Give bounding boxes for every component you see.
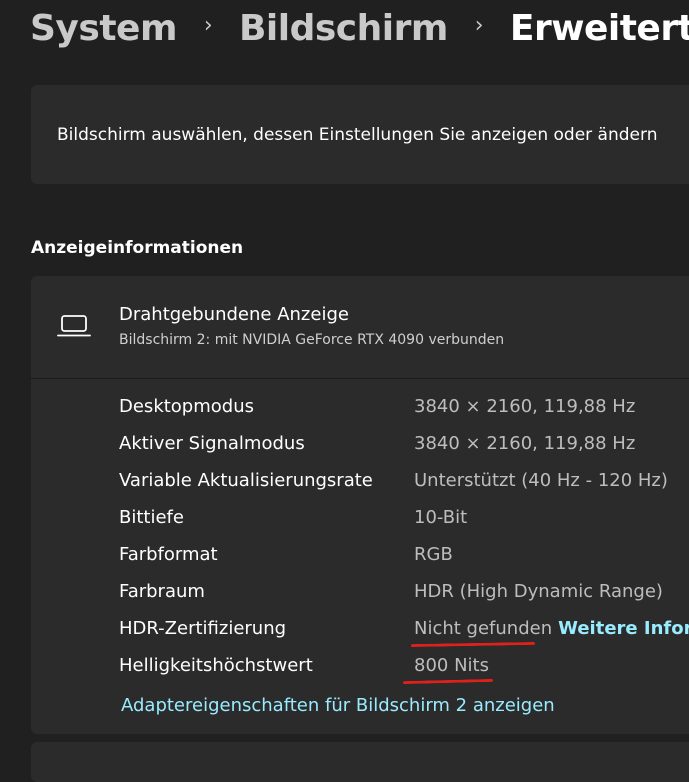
display-info-card: Drahtgebundene Anzeige Bildschirm 2: mit…	[31, 276, 689, 734]
breadcrumb: System › Bildschirm › Erweiterte	[30, 0, 689, 56]
info-label: HDR-Zertifizierung	[119, 618, 287, 639]
breadcrumb-item-bildschirm[interactable]: Bildschirm	[239, 8, 448, 49]
info-value: 800 Nits	[414, 655, 489, 676]
section-heading: Anzeigeinformationen	[31, 238, 244, 258]
chevron-right-icon: ›	[474, 12, 484, 38]
info-label: Farbformat	[119, 544, 218, 565]
breadcrumb-item-system[interactable]: System	[30, 8, 177, 49]
info-label: Variable Aktualisierungsrate	[119, 470, 373, 491]
select-display-label: Bildschirm auswählen, dessen Einstellung…	[57, 124, 658, 145]
chevron-right-icon: ›	[203, 12, 213, 38]
select-display-card[interactable]: Bildschirm auswählen, dessen Einstellung…	[31, 85, 689, 184]
annotation-underline	[410, 641, 536, 648]
info-value: 10-Bit	[414, 507, 468, 528]
display-subtitle: Bildschirm 2: mit NVIDIA GeForce RTX 409…	[119, 332, 505, 348]
info-label: Helligkeitshöchstwert	[119, 655, 313, 676]
info-row-peak-brightness: Helligkeitshöchstwert 800 Nits	[31, 649, 689, 686]
page-title: Erweiterte	[509, 7, 689, 49]
adapter-properties-link[interactable]: Adaptereigenschaften für Bildschirm 2 an…	[121, 695, 555, 716]
more-info-link[interactable]: Weitere Informationen	[558, 618, 689, 639]
info-label: Desktopmodus	[119, 396, 254, 417]
next-settings-card[interactable]	[31, 742, 689, 782]
info-value: Nicht gefundenWeitere Informationen	[414, 618, 689, 639]
display-title: Drahtgebundene Anzeige	[119, 304, 349, 325]
info-row-hdr-certification: HDR-Zertifizierung Nicht gefunden Weitere…	[31, 612, 689, 649]
info-value: HDR (High Dynamic Range)	[414, 581, 663, 602]
info-row-color-format: Farbformat RGB	[31, 538, 689, 575]
info-value: 3840 × 2160, 119,88 Hz	[414, 396, 636, 417]
info-value: Unterstützt (40 Hz - 120 Hz)	[414, 470, 668, 491]
hdr-certification-value: Nicht gefunden	[414, 618, 553, 639]
info-row-bit-depth: Bittiefe 10-Bit	[31, 501, 689, 538]
info-row-active-signal-mode: Aktiver Signalmodus 3840 × 2160, 119,88 …	[31, 427, 689, 464]
info-label: Aktiver Signalmodus	[119, 433, 305, 454]
info-label: Farbraum	[119, 581, 205, 602]
info-row-desktop-mode: Desktopmodus 3840 × 2160, 119,88 Hz	[31, 390, 689, 427]
info-label: Bittiefe	[119, 507, 184, 528]
annotation-underline	[402, 678, 494, 685]
info-value: 3840 × 2160, 119,88 Hz	[414, 433, 636, 454]
display-info-header: Drahtgebundene Anzeige Bildschirm 2: mit…	[31, 276, 689, 379]
info-row-color-space: Farbraum HDR (High Dynamic Range)	[31, 575, 689, 612]
display-info-rows: Desktopmodus 3840 × 2160, 119,88 Hz Akti…	[31, 390, 689, 686]
laptop-icon	[57, 315, 91, 337]
info-value: RGB	[414, 544, 453, 565]
info-row-variable-refresh-rate: Variable Aktualisierungsrate Unterstützt…	[31, 464, 689, 501]
